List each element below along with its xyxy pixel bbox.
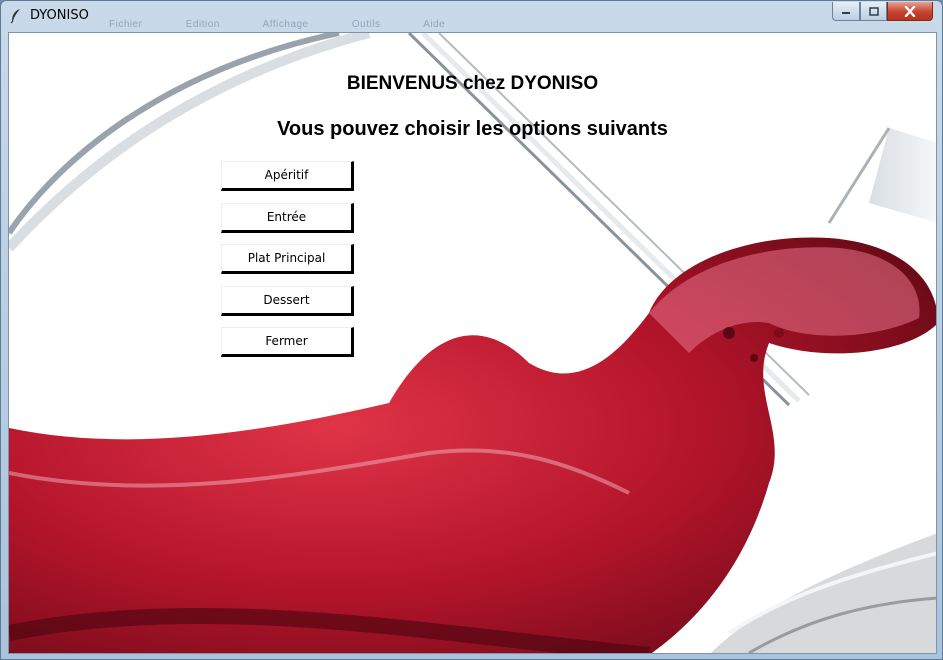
- plat-principal-button[interactable]: Plat Principal: [221, 244, 354, 274]
- faded-menu-item: Edition: [185, 19, 220, 30]
- faded-menu-bar: Fichier Edition Affichage Outils Aide: [109, 19, 485, 30]
- app-window: DYONISO Fichier Edition Affichage Outils…: [0, 0, 943, 660]
- close-icon: [904, 5, 916, 17]
- faded-menu-item: Fichier: [109, 19, 143, 30]
- feather-icon: [10, 9, 20, 24]
- window-title: DYONISO: [30, 8, 89, 23]
- dessert-button[interactable]: Dessert: [221, 286, 354, 316]
- faded-menu-item: Affichage: [262, 19, 309, 30]
- faded-menu-item: Aide: [423, 19, 446, 30]
- options-subtitle: Vous pouvez choisir les options suivants: [277, 118, 668, 140]
- maximize-icon: [868, 6, 879, 16]
- main-panel: BIENVENUS chez DYONISO Vous pouvez chois…: [8, 32, 937, 654]
- minimize-icon: [842, 12, 850, 14]
- welcome-heading: BIENVENUS chez DYONISO: [346, 73, 599, 94]
- maximize-button[interactable]: [860, 2, 887, 21]
- aperitif-button[interactable]: Apéritif: [221, 161, 354, 191]
- close-button[interactable]: [887, 2, 933, 21]
- entree-button[interactable]: Entrée: [221, 203, 354, 233]
- fermer-button[interactable]: Fermer: [221, 327, 354, 357]
- minimize-button[interactable]: [832, 2, 860, 21]
- title-bar[interactable]: DYONISO Fichier Edition Affichage Outils…: [1, 1, 942, 31]
- faded-menu-item: Outils: [351, 19, 381, 30]
